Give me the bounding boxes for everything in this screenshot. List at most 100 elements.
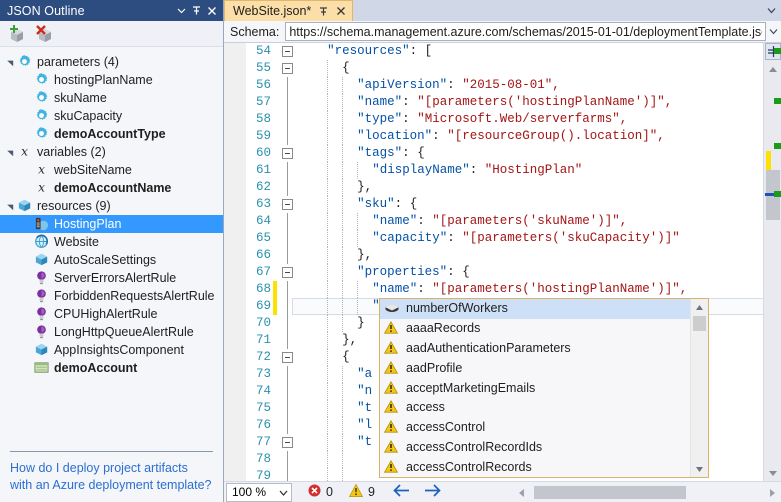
tab-close-icon[interactable] bbox=[336, 6, 346, 16]
tree-item-autoscalesettings[interactable]: AutoScaleSettings bbox=[0, 251, 223, 269]
tree-item-hostingplanname[interactable]: hostingPlanName bbox=[0, 71, 223, 89]
tree-item-demoaccountname[interactable]: x demoAccountName bbox=[0, 179, 223, 197]
tree-item-longhttpqueuealertrule[interactable]: LongHttpQueueAlertRule bbox=[0, 323, 223, 341]
fold-collapse-box[interactable] bbox=[282, 352, 293, 363]
indent-guide bbox=[342, 128, 344, 145]
line-number: 76 bbox=[255, 418, 271, 432]
navigate-forward-button[interactable] bbox=[424, 484, 441, 500]
expand-collapse-chevron-icon[interactable] bbox=[4, 200, 17, 213]
intellisense-item[interactable]: acceptMarketingEmails bbox=[380, 378, 691, 398]
fold-collapse-box[interactable] bbox=[282, 46, 293, 57]
code-line[interactable]: 66}, bbox=[224, 247, 781, 264]
schema-input-box[interactable] bbox=[285, 22, 766, 41]
tab-overflow-chevron-icon[interactable] bbox=[766, 4, 777, 18]
tree-item-parameters-4[interactable]: parameters (4) bbox=[0, 53, 223, 71]
code-line[interactable]: 65 "capacity": "[parameters('skuCapacity'… bbox=[224, 230, 781, 247]
intellisense-scroll-up-button[interactable] bbox=[691, 299, 708, 315]
zoom-dropdown-chevron-icon[interactable] bbox=[279, 485, 288, 499]
delete-resource-button[interactable] bbox=[34, 24, 56, 44]
hscroll-track[interactable] bbox=[528, 486, 765, 499]
hscroll-right-arrow[interactable] bbox=[765, 485, 779, 500]
expand-collapse-chevron-icon[interactable] bbox=[4, 146, 17, 159]
code-line[interactable]: 64 "name": "[parameters('skuName')]", bbox=[224, 213, 781, 230]
code-line[interactable]: 60 "tags": { bbox=[224, 145, 781, 162]
fold-collapse-box[interactable] bbox=[282, 437, 293, 448]
navigate-back-button[interactable] bbox=[393, 484, 410, 500]
tree-item-hostingplan[interactable]: HostingPlan bbox=[0, 215, 223, 233]
intellisense-item[interactable]: numberOfWorkers bbox=[380, 299, 691, 319]
fold-collapse-box[interactable] bbox=[282, 148, 293, 159]
intellisense-item[interactable]: accessControl bbox=[380, 418, 691, 438]
code-line[interactable]: 62}, bbox=[224, 179, 781, 196]
tab-pin-icon[interactable] bbox=[318, 6, 329, 17]
intellisense-popup[interactable]: numberOfWorkers aaaaRecords aadAuthenticat… bbox=[379, 298, 709, 478]
tree-item-skuname[interactable]: skuName bbox=[0, 89, 223, 107]
tree-item-websitename[interactable]: x webSiteName bbox=[0, 161, 223, 179]
intellisense-item[interactable]: aadAuthenticationParameters bbox=[380, 339, 691, 359]
scroll-down-arrow[interactable] bbox=[765, 466, 781, 481]
tree-item-website[interactable]: Website bbox=[0, 233, 223, 251]
intellisense-item[interactable]: aadProfile bbox=[380, 358, 691, 378]
tree-item-appinsightscomponent[interactable]: AppInsightsComponent bbox=[0, 341, 223, 359]
pin-icon[interactable] bbox=[189, 3, 204, 18]
tree-item-cpuhighalertrule[interactable]: CPUHighAlertRule bbox=[0, 305, 223, 323]
editor-vertical-scrollbar[interactable] bbox=[763, 43, 781, 483]
code-line[interactable]: 63 "sku": { bbox=[224, 196, 781, 213]
close-icon[interactable] bbox=[204, 3, 219, 18]
tree-item-servererrorsalertrule[interactable]: ServerErrorsAlertRule bbox=[0, 269, 223, 287]
intellisense-item[interactable]: accessControlRecordIds bbox=[380, 438, 691, 458]
intellisense-scrollbar[interactable] bbox=[690, 299, 708, 477]
code-line[interactable]: 67 "properties": { bbox=[224, 264, 781, 281]
hscroll-thumb[interactable] bbox=[534, 486, 686, 499]
tree-item-label: skuCapacity bbox=[54, 109, 123, 123]
code-line[interactable]: 68 "name": "[parameters('hostingPlanName'… bbox=[224, 281, 781, 298]
tab-website-json[interactable]: WebSite.json* bbox=[224, 0, 354, 21]
unsaved-change-bar bbox=[273, 298, 277, 315]
fold-collapse-box[interactable] bbox=[282, 199, 293, 210]
code-line[interactable]: 59 "location": "[resourceGroup().location… bbox=[224, 128, 781, 145]
tree-item-demoaccounttype[interactable]: demoAccountType bbox=[0, 125, 223, 143]
intellisense-item[interactable]: access bbox=[380, 398, 691, 418]
intellisense-item[interactable]: accessControlRecords bbox=[380, 457, 691, 477]
intellisense-item-label: accessControl bbox=[406, 420, 486, 435]
fold-guide-line bbox=[287, 213, 288, 230]
intellisense-list[interactable]: numberOfWorkers aaaaRecords aadAuthenticat… bbox=[380, 299, 691, 477]
fold-collapse-box[interactable] bbox=[282, 63, 293, 74]
warning-count-indicator[interactable]: 9 bbox=[348, 483, 375, 500]
code-line[interactable]: 57 "name": "[parameters('hostingPlanName'… bbox=[224, 94, 781, 111]
gear-icon bbox=[17, 54, 34, 70]
code-line[interactable]: 56 "apiVersion": "2015-08-01", bbox=[224, 77, 781, 94]
json-outline-tree[interactable]: parameters (4) hostingPlanName skuName skuC… bbox=[0, 47, 223, 446]
code-line[interactable]: 55 { bbox=[224, 60, 781, 77]
schema-dropdown-chevron-icon[interactable] bbox=[766, 22, 781, 41]
warning-icon bbox=[383, 439, 401, 455]
code-line[interactable]: 58 "type": "Microsoft.Web/serverfarms", bbox=[224, 111, 781, 128]
expand-collapse-chevron-icon[interactable] bbox=[4, 56, 17, 69]
intellisense-scroll-thumb[interactable] bbox=[693, 316, 706, 331]
help-link[interactable]: How do I deploy project artifacts with a… bbox=[10, 460, 213, 494]
window-menu-chevron-icon[interactable] bbox=[174, 3, 189, 18]
scroll-up-arrow[interactable] bbox=[765, 62, 781, 77]
code-editor[interactable]: 54 "resources": [55 {56 "apiVersion": "2015… bbox=[224, 43, 781, 483]
fold-collapse-box[interactable] bbox=[282, 267, 293, 278]
add-resource-button[interactable] bbox=[6, 24, 28, 44]
error-count-indicator[interactable]: 0 bbox=[308, 484, 333, 500]
code-text: "name": "[parameters('hostingPlanName')]… bbox=[357, 95, 673, 109]
hscroll-left-arrow[interactable] bbox=[514, 485, 528, 500]
code-line[interactable]: 54 "resources": [ bbox=[224, 43, 781, 60]
alert-rule-icon bbox=[34, 270, 51, 286]
tree-item-variables-2[interactable]: x variables (2) bbox=[0, 143, 223, 161]
intellisense-item[interactable]: aaaaRecords bbox=[380, 319, 691, 339]
code-line[interactable]: 61 "displayName": "HostingPlan" bbox=[224, 162, 781, 179]
line-number: 74 bbox=[255, 384, 271, 398]
schema-input[interactable] bbox=[286, 23, 765, 40]
tree-item-resources-9[interactable]: resources (9) bbox=[0, 197, 223, 215]
zoom-level-combobox[interactable]: 100 % bbox=[226, 482, 292, 502]
editor-horizontal-scrollbar[interactable] bbox=[514, 485, 779, 500]
tree-item-skucapacity[interactable]: skuCapacity bbox=[0, 107, 223, 125]
tree-item-forbiddenrequestsalertrule[interactable]: ForbiddenRequestsAlertRule bbox=[0, 287, 223, 305]
intellisense-scroll-down-button[interactable] bbox=[691, 461, 708, 477]
gear-icon bbox=[34, 72, 51, 88]
tree-item-demoaccount[interactable]: demoAccount bbox=[0, 359, 223, 377]
warning-icon bbox=[383, 420, 401, 435]
